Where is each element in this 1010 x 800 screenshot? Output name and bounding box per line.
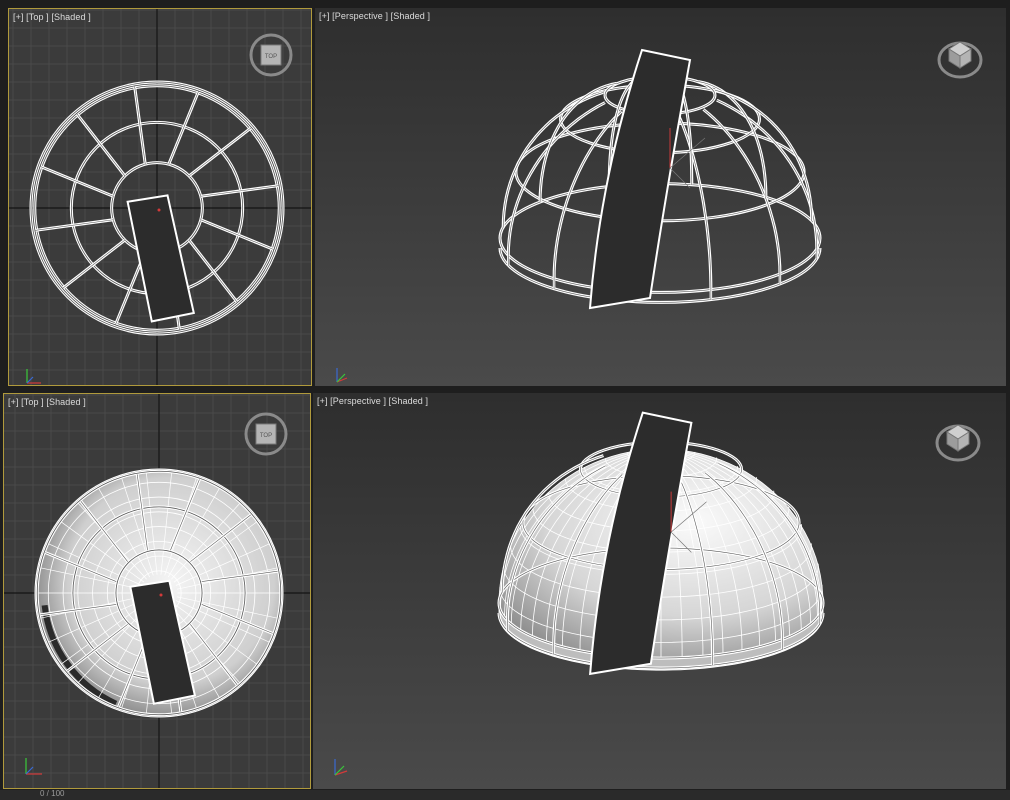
dome-top-view (34, 468, 284, 718)
timeline-strip[interactable]: 0 / 100 (0, 789, 1010, 800)
viewcube-icon[interactable] (933, 415, 983, 465)
dome-opening (126, 194, 195, 323)
viewcube-icon[interactable]: TOP (247, 31, 295, 79)
axis-tripod-icon (336, 368, 348, 383)
viewport-scene (313, 393, 1006, 789)
viewport-top-mesh[interactable]: [+] [Top ] [Shaded ] TOP (3, 393, 311, 789)
pivot-marker (159, 593, 163, 597)
viewport-label[interactable]: [+] [Perspective ] [Shaded ] (317, 396, 428, 406)
viewport-perspective-mesh[interactable]: [+] [Perspective ] [Shaded ] (313, 393, 1006, 789)
axis-tripod-icon (26, 369, 41, 384)
viewport-label[interactable]: [+] [Top ] [Shaded ] (13, 12, 91, 22)
viewcube-icon[interactable]: TOP (242, 410, 290, 458)
axis-tripod-icon (25, 758, 42, 775)
viewport-label[interactable]: [+] [Top ] [Shaded ] (8, 397, 86, 407)
viewcube-top-label: TOP (260, 433, 272, 439)
viewport-scene (315, 8, 1006, 386)
frame-counter: 0 / 100 (40, 789, 65, 798)
viewcube-top-label: TOP (265, 54, 277, 60)
axis-tripod-icon (334, 759, 348, 776)
pivot-marker (157, 208, 161, 212)
viewcube-icon[interactable] (935, 32, 985, 82)
viewport-perspective-wireframe[interactable]: [+] [Perspective ] [Shaded ] (315, 8, 1006, 386)
viewport-top-wireframe[interactable]: [+] [Top ] [Shaded ] TOP (8, 8, 312, 386)
viewport-label[interactable]: [+] [Perspective ] [Shaded ] (319, 11, 430, 21)
